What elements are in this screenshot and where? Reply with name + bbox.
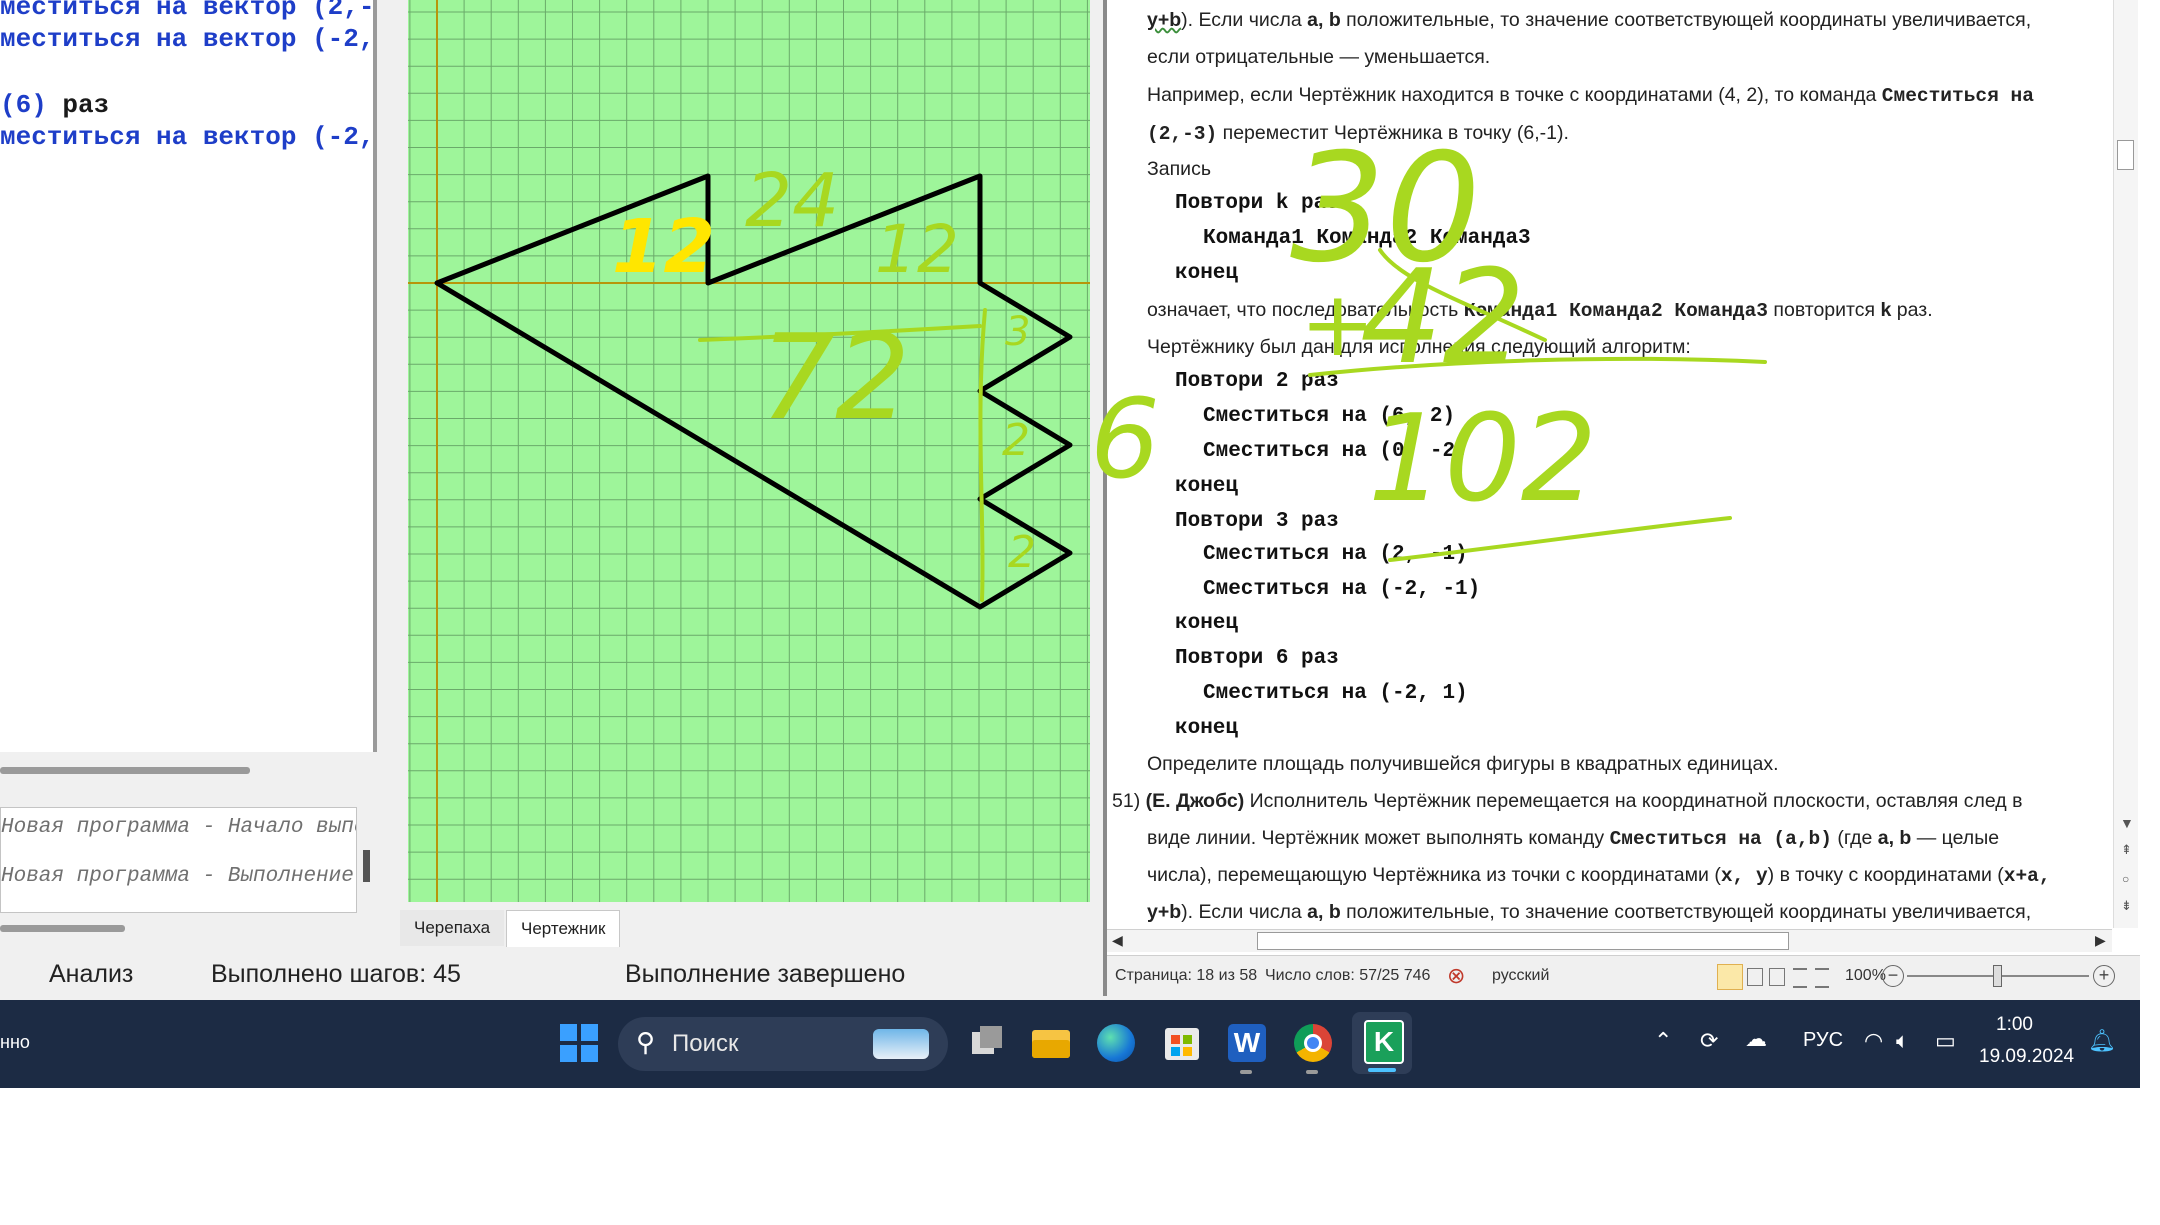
taskbar-left-fragment: нно bbox=[0, 1032, 30, 1052]
web-layout-icon[interactable] bbox=[1769, 968, 1785, 986]
scroll-right-arrow-icon[interactable]: ▶ bbox=[2095, 932, 2106, 949]
document-page[interactable]: y+b). Если числа a, b положительные, то … bbox=[1107, 0, 2112, 928]
search-placeholder: Поиск bbox=[672, 1030, 739, 1057]
code-line: (6) раз bbox=[0, 90, 110, 120]
code-end: конец bbox=[1175, 475, 1239, 498]
doc-line: Например, если Чертёжник находится в точ… bbox=[1147, 84, 2034, 107]
doc-line: 51) (Е. Джобс) Исполнитель Чертёжник пер… bbox=[1112, 790, 2023, 812]
code-repeat-6: Повтори 6 раз bbox=[1175, 647, 1339, 670]
scroll-left-arrow-icon[interactable]: ◀ bbox=[1112, 932, 1123, 949]
log-line: Новая программа - Начало выпол bbox=[1, 816, 357, 839]
select-browse-object-icon[interactable]: ○ bbox=[2122, 872, 2129, 886]
code-end: конец bbox=[1175, 717, 1239, 740]
language-indicator[interactable]: русский bbox=[1492, 967, 1549, 985]
scroll-down-arrow-icon[interactable]: ▼ bbox=[2120, 815, 2134, 831]
outline-icon[interactable] bbox=[1793, 968, 1807, 988]
code-scroll-thumb[interactable] bbox=[0, 767, 250, 774]
search-highlight-icon bbox=[873, 1029, 929, 1059]
code-repeat-3: Повтори 3 раз bbox=[1175, 510, 1339, 533]
document-horizontal-thumb[interactable] bbox=[1257, 932, 1789, 950]
show-hidden-icons-icon[interactable]: ⌃ bbox=[1654, 1028, 1672, 1054]
print-layout-icon[interactable] bbox=[1717, 964, 1743, 990]
doc-line: Запись bbox=[1147, 158, 1211, 180]
volume-icon[interactable]: 🔈︎ bbox=[1896, 1028, 1909, 1054]
file-explorer-icon[interactable] bbox=[1026, 1018, 1076, 1068]
search-icon: ⚲ bbox=[636, 1027, 656, 1057]
doc-line: (2,-3) переместит Чертёжника в точку (6,… bbox=[1147, 122, 1569, 145]
taskbar: нно ⚲ Поиск W K ⌃ ⟳ ☁ РУС ◠ 🔈︎ ▭ 1:00 19… bbox=[0, 1000, 2140, 1088]
battery-icon[interactable]: ▭ bbox=[1935, 1028, 1956, 1054]
zoom-out-icon[interactable]: − bbox=[1882, 965, 1904, 987]
zoom-level[interactable]: 100% bbox=[1845, 967, 1886, 985]
prev-page-icon[interactable]: ⇞ bbox=[2121, 842, 2132, 858]
code-repeat-2: Повтори 2 раз bbox=[1175, 370, 1339, 393]
code-end: конец bbox=[1175, 612, 1239, 635]
code-move-1: Сместиться на (6, 2) bbox=[1203, 405, 1456, 428]
canvas-tabs: Черепаха Чертежник bbox=[400, 910, 1100, 950]
doc-line: y+b). Если числа a, b положительные, то … bbox=[1147, 901, 2032, 923]
next-page-icon[interactable]: ⇟ bbox=[2121, 898, 2132, 914]
code-move-2: Сместиться на (0, -2) bbox=[1203, 440, 1468, 463]
chrome-icon[interactable] bbox=[1288, 1018, 1338, 1074]
log-scroll-thumb[interactable] bbox=[363, 850, 370, 882]
code-line: меститься на вектор (-2,-1 bbox=[0, 24, 375, 54]
screen: меститься на вектор (2,-1) меститься на … bbox=[0, 0, 2140, 1088]
word-document-window: y+b). Если числа a, b положительные, то … bbox=[1103, 0, 2140, 997]
doc-line: y+b). Если числа a, b положительные, то … bbox=[1147, 9, 2032, 31]
clock-time[interactable]: 1:00 bbox=[1996, 1014, 2033, 1036]
doc-question: Определите площадь получившейся фигуры в… bbox=[1147, 753, 1779, 775]
word-status-bar: Страница: 18 из 58 Число слов: 57/25 746… bbox=[1107, 955, 2140, 997]
analysis-label: Анализ bbox=[49, 960, 134, 988]
task-view-icon[interactable] bbox=[962, 1018, 1012, 1068]
doc-line: если отрицательные — уменьшается. bbox=[1147, 46, 1491, 68]
page-counter[interactable]: Страница: 18 из 58 bbox=[1115, 967, 1257, 985]
edge-browser-icon[interactable] bbox=[1091, 1018, 1141, 1068]
log-horizontal-scroll-thumb[interactable] bbox=[0, 925, 125, 932]
code-commands: Команда1 Команда2 Команда3 bbox=[1203, 227, 1531, 250]
grid-background bbox=[408, 0, 1090, 902]
zoom-in-icon[interactable]: + bbox=[2093, 965, 2115, 987]
steps-count: Выполнено шагов: 45 bbox=[211, 960, 461, 988]
sync-icon[interactable]: ⟳ bbox=[1700, 1028, 1718, 1054]
kumir-app-icon[interactable]: K bbox=[1352, 1012, 1412, 1074]
doc-line: означает, что последовательность Команда… bbox=[1147, 299, 1933, 322]
spellcheck-icon[interactable]: ⊗ bbox=[1447, 963, 1465, 989]
code-move-5: Сместиться на (-2, 1) bbox=[1203, 682, 1468, 705]
wifi-icon[interactable]: ◠ bbox=[1864, 1028, 1883, 1054]
document-scroll-thumb[interactable] bbox=[2117, 140, 2134, 170]
taskbar-search[interactable]: ⚲ Поиск bbox=[618, 1017, 948, 1071]
weather-cloud-icon[interactable]: ☁ bbox=[1745, 1026, 1767, 1052]
status-bar: Анализ Выполнено шагов: 45 Выполнение за… bbox=[0, 952, 1104, 996]
code-move-3: Сместиться на (2, -1) bbox=[1203, 543, 1468, 566]
code-line: меститься на вектор (2,-1) bbox=[0, 0, 375, 22]
word-counter[interactable]: Число слов: 57/25 746 bbox=[1265, 967, 1430, 985]
notification-bell-icon[interactable]: 🔔︎ bbox=[2088, 1028, 2116, 1054]
doc-line: числа), перемещающую Чертёжника из точки… bbox=[1147, 864, 2051, 887]
log-line: Новая программа - Выполнение bbox=[1, 865, 354, 888]
word-app-icon[interactable]: W bbox=[1222, 1018, 1272, 1074]
drafter-canvas bbox=[408, 0, 1090, 902]
input-language[interactable]: РУС bbox=[1803, 1029, 1843, 1052]
code-end: конец bbox=[1175, 262, 1239, 285]
clock-date[interactable]: 19.09.2024 bbox=[1979, 1046, 2074, 1068]
tab-turtle[interactable]: Черепаха bbox=[400, 910, 505, 946]
tab-drafter[interactable]: Чертежник bbox=[506, 910, 621, 947]
code-editor[interactable]: меститься на вектор (2,-1) меститься на … bbox=[0, 0, 377, 752]
doc-line: Чертёжнику был дан для исполнения следую… bbox=[1147, 336, 1691, 358]
code-repeat-k: Повтори k раз bbox=[1175, 192, 1339, 215]
output-log: Новая программа - Начало выпол Новая про… bbox=[0, 807, 357, 913]
code-move-4: Сместиться на (-2, -1) bbox=[1203, 578, 1481, 601]
start-icon[interactable] bbox=[560, 1024, 598, 1062]
grid bbox=[408, 0, 1090, 902]
execution-status: Выполнение завершено bbox=[625, 960, 906, 988]
store-icon[interactable] bbox=[1157, 1018, 1207, 1068]
reading-mode-icon[interactable] bbox=[1747, 968, 1763, 986]
draft-icon[interactable] bbox=[1815, 968, 1829, 988]
doc-line: виде линии. Чертёжник может выполнять ко… bbox=[1147, 827, 2000, 850]
zoom-slider-thumb[interactable] bbox=[1993, 965, 2002, 987]
code-line: меститься на вектор (-2,1) bbox=[0, 122, 375, 152]
